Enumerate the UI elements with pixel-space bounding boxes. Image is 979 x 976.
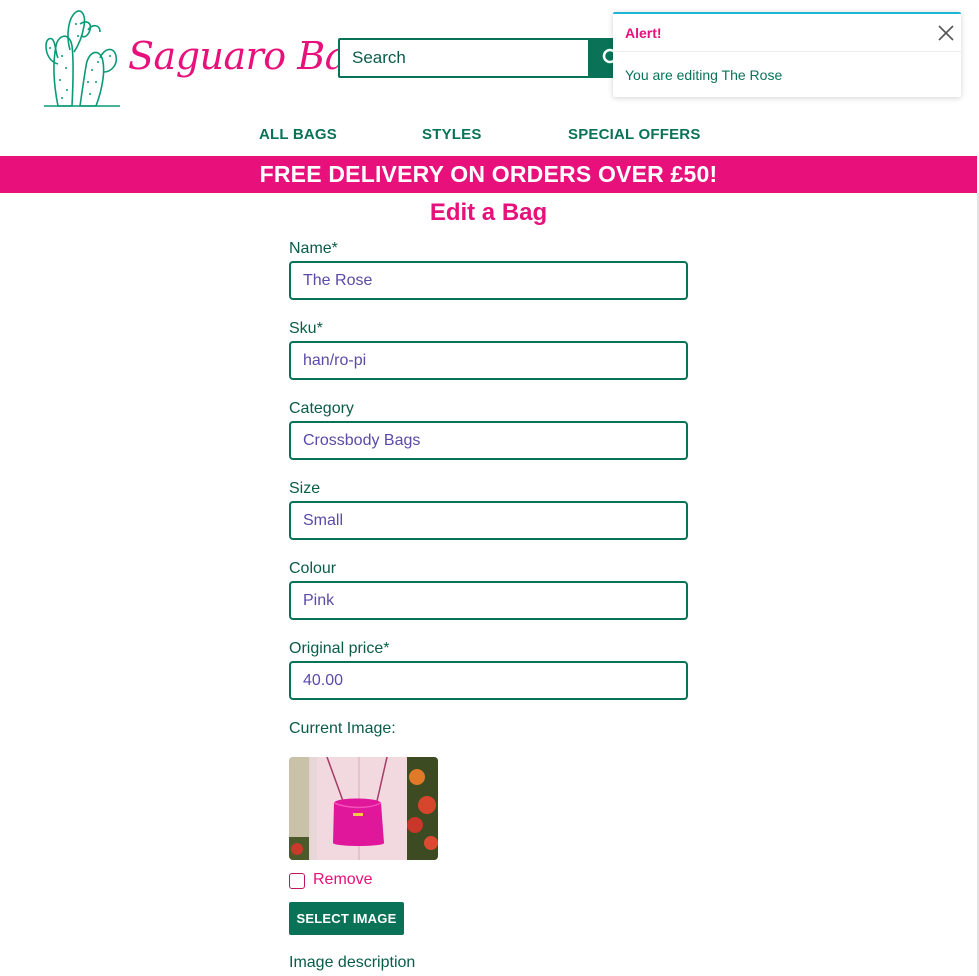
sku-label: Sku* [289, 320, 323, 337]
colour-label: Colour [289, 560, 337, 577]
delivery-banner: FREE DELIVERY ON ORDERS OVER £50! [0, 156, 977, 193]
search-input[interactable] [338, 38, 590, 78]
sku-input[interactable] [289, 341, 688, 380]
category-label: Category [289, 400, 354, 417]
current-image-thumbnail [289, 757, 438, 860]
bag-photo [289, 757, 438, 860]
category-select[interactable] [289, 421, 688, 460]
toast-header: Alert! [613, 14, 961, 52]
select-image-button[interactable]: SELECT IMAGE [289, 902, 404, 935]
name-input[interactable] [289, 261, 688, 300]
brand-logo[interactable]: Saguaro Bags [40, 6, 390, 112]
search-bar [338, 38, 638, 78]
current-image-label: Current Image: [289, 720, 396, 737]
main-nav: ALL BAGS STYLES SPECIAL OFFERS [0, 126, 979, 148]
original-price-label: Original price* [289, 640, 390, 657]
nav-all-bags[interactable]: ALL BAGS [259, 126, 337, 143]
close-icon[interactable] [937, 24, 955, 42]
nav-styles[interactable]: STYLES [422, 126, 482, 143]
page-title: Edit a Bag [429, 199, 548, 226]
size-input[interactable] [289, 501, 688, 540]
alert-toast: Alert! You are editing The Rose [613, 12, 961, 97]
original-price-input[interactable] [289, 661, 688, 700]
nav-special-offers[interactable]: SPECIAL OFFERS [568, 126, 701, 143]
size-label: Size [289, 480, 321, 497]
remove-image-label[interactable]: Remove [313, 871, 373, 889]
toast-message: You are editing The Rose [625, 67, 783, 83]
cactus-icon [44, 10, 120, 107]
remove-image-checkbox[interactable] [289, 873, 305, 889]
name-label: Name* [289, 240, 338, 257]
colour-input[interactable] [289, 581, 688, 620]
toast-title: Alert! [625, 25, 662, 41]
image-description-label: Image description [289, 954, 416, 971]
